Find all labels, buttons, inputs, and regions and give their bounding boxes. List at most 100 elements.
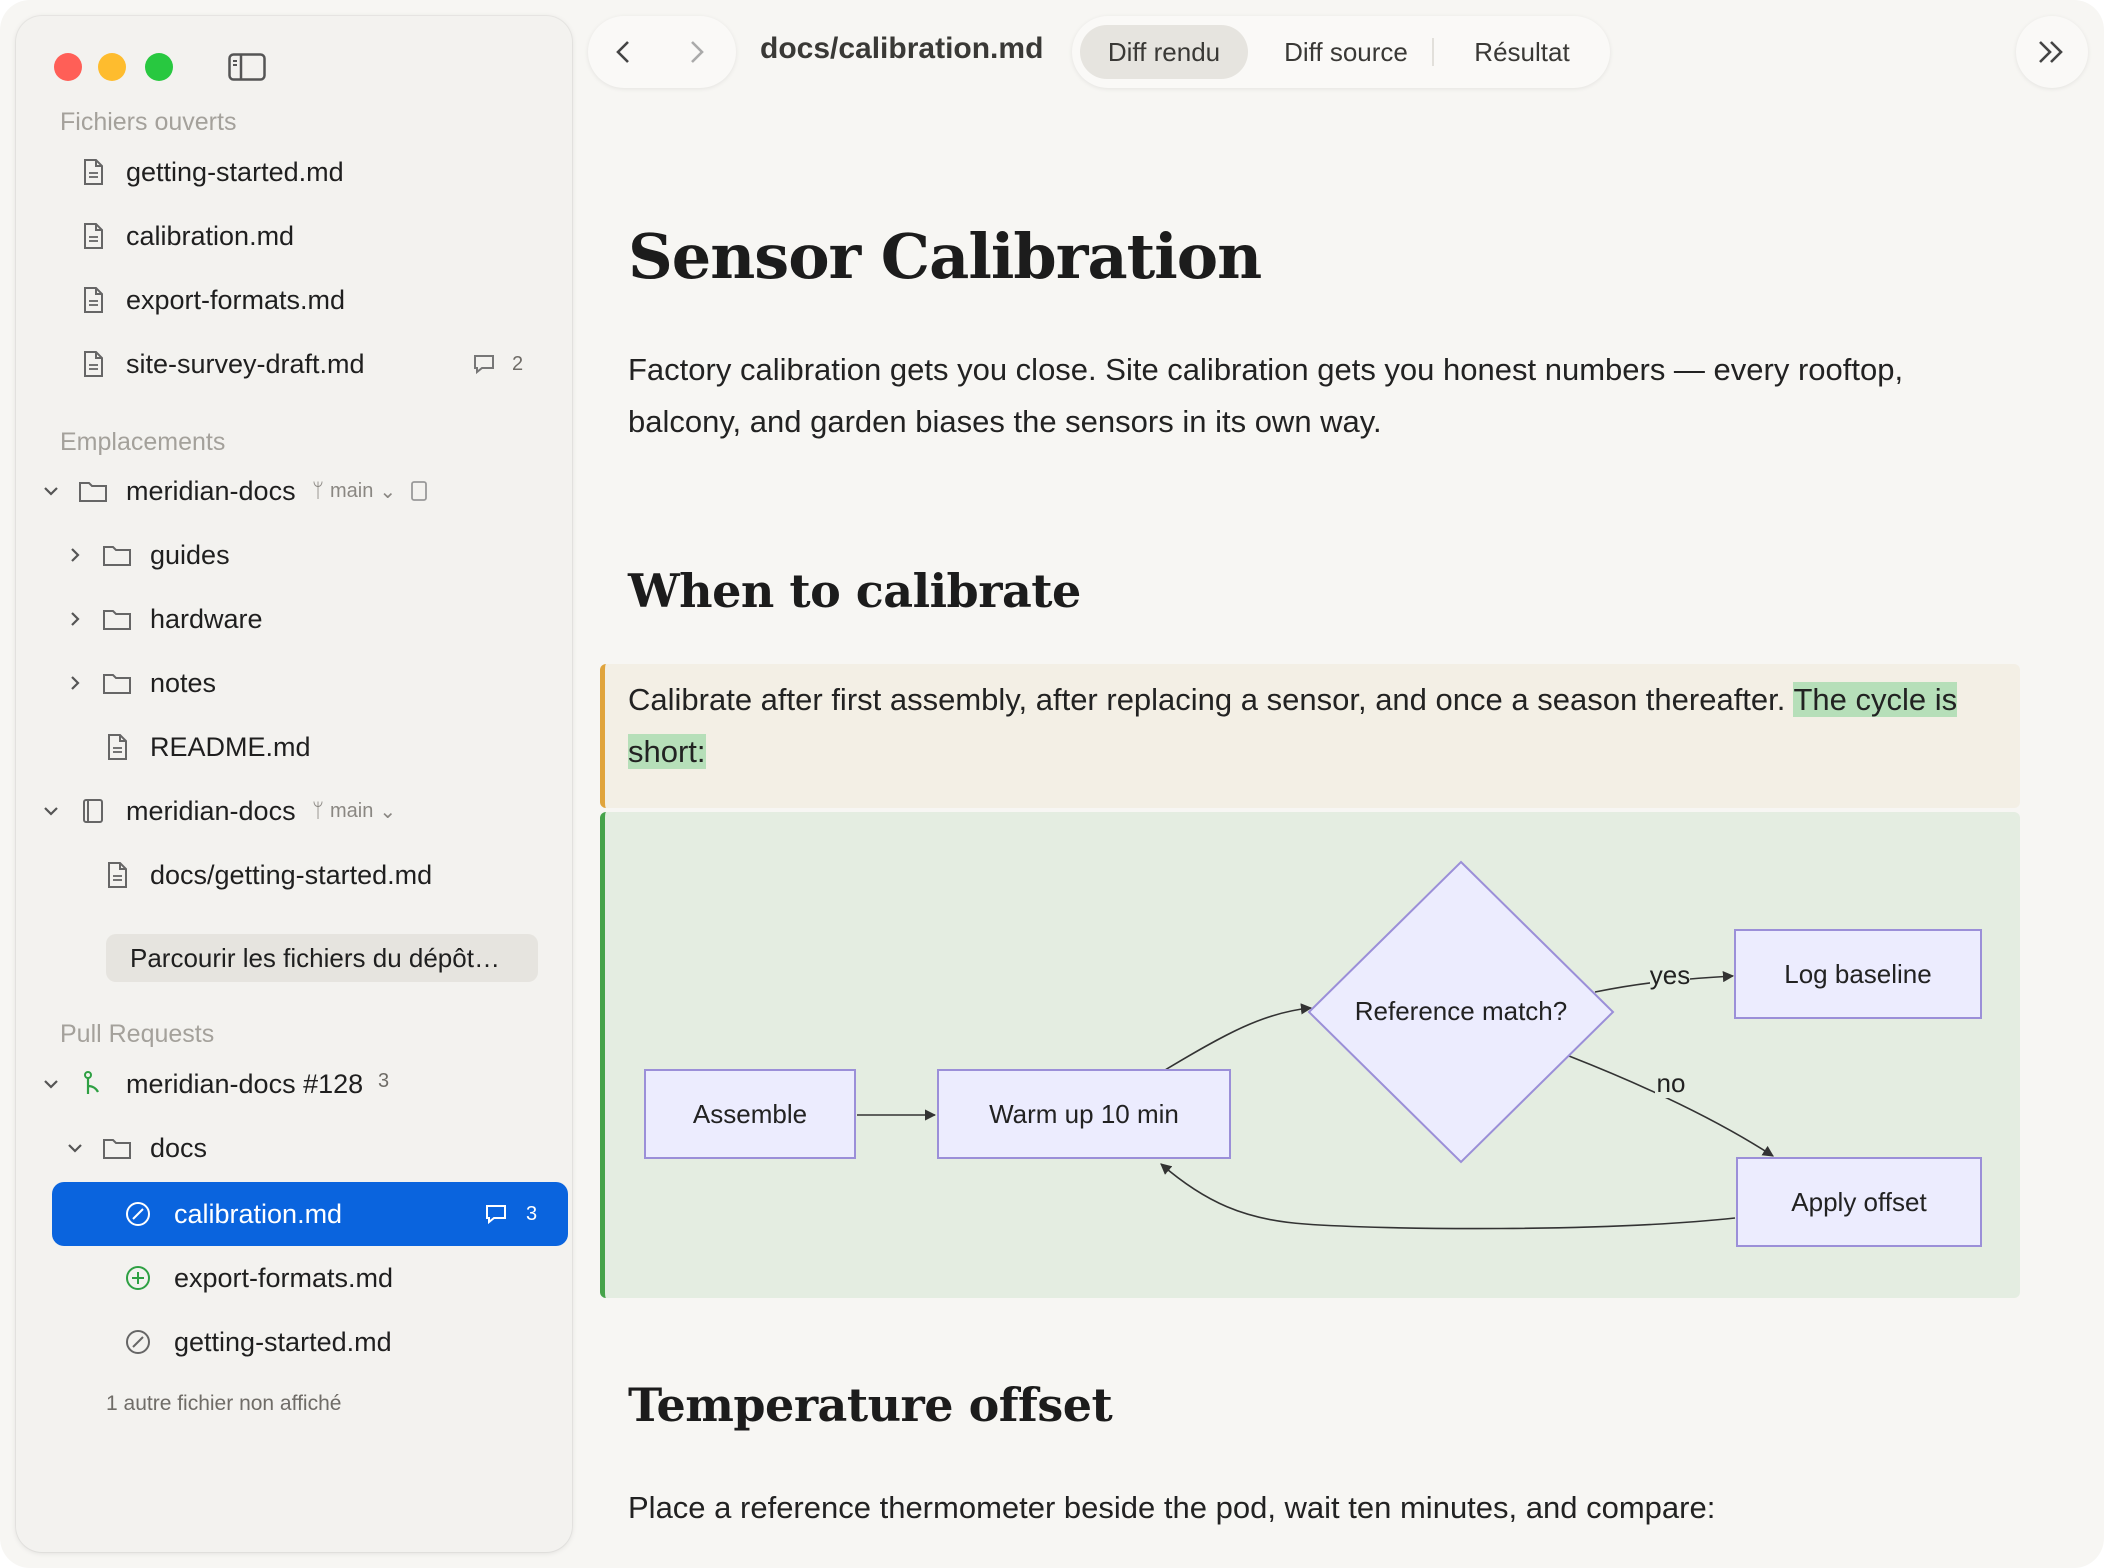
pr-file-item[interactable]: getting-started.md [16, 1314, 572, 1370]
chevron-down-icon[interactable] [42, 482, 60, 500]
file-item[interactable]: docs/getting-started.md [16, 847, 572, 903]
double-chevron-right-icon [2039, 41, 2063, 63]
repo-name: meridian-docs [126, 475, 296, 506]
folder-label: docs [150, 1132, 208, 1163]
edge-label-yes: yes [1650, 960, 1690, 990]
comment-count: 2 [512, 352, 524, 375]
sidebar: Fichiers ouverts getting-started.md cali… [16, 16, 572, 1552]
book-icon [83, 799, 103, 823]
pr-file-item[interactable]: calibration.md 3 [16, 1186, 572, 1242]
file-label: docs/getting-started.md [150, 859, 433, 890]
heading-temperature-offset: Temperature offset [628, 1378, 1113, 1432]
open-file-item[interactable]: calibration.md [16, 208, 572, 264]
chevron-right-icon[interactable] [66, 674, 84, 692]
open-file-label: calibration.md [126, 220, 295, 251]
pr-file-label: calibration.md [174, 1198, 343, 1229]
browse-repo-files-button[interactable]: Parcourir les fichiers du dépôt… [106, 934, 538, 982]
tab-diff-rendu[interactable]: Diff rendu [1080, 25, 1248, 79]
chevron-down-icon[interactable] [66, 1139, 84, 1157]
branch-icon: ᛘ [312, 799, 324, 822]
open-file-item[interactable]: site-survey-draft.md 2 [16, 336, 572, 392]
edge-warmup-decision [1164, 1003, 1313, 1071]
edge-apply-warmup [1160, 1163, 1736, 1230]
back-icon[interactable] [610, 38, 638, 66]
added-diagram-block: yes no Assemble Warm up 10 min Reference… [600, 812, 2020, 1298]
view-mode-segmented-control: Diff rendu Diff source Résultat [1072, 16, 1610, 88]
chevron-down-icon[interactable] [42, 802, 60, 820]
when-text: Calibrate after first assembly, after re… [628, 682, 1786, 717]
folder-icon [103, 674, 131, 694]
when-paragraph: Calibrate after first assembly, after re… [628, 674, 2008, 778]
folder-icon [103, 610, 131, 630]
folder-icon [103, 546, 131, 566]
repo-item[interactable]: meridian-docs ᛘ main ⌄ [16, 783, 572, 839]
node-warmup-label: Warm up 10 min [989, 1099, 1179, 1129]
tab-diff-source[interactable]: Diff source [1256, 25, 1436, 79]
branch-selector[interactable]: ᛘ main ⌄ [312, 479, 396, 504]
folder-item[interactable]: docs [16, 1120, 572, 1176]
close-window-button[interactable] [54, 53, 82, 81]
node-decision-label: Reference match? [1355, 996, 1567, 1026]
folder-label: guides [150, 539, 230, 570]
node-apply-offset-label: Apply offset [1791, 1187, 1927, 1217]
folder-label: notes [150, 667, 217, 698]
comment-count: 3 [526, 1202, 538, 1225]
page-title: Sensor Calibration [628, 220, 1262, 293]
node-assemble-label: Assemble [693, 1099, 807, 1129]
hidden-files-note: 1 autre fichier non affiché [106, 1392, 342, 1415]
document-icon [84, 223, 103, 249]
pull-request-name: meridian-docs #128 [126, 1068, 364, 1099]
repo-item[interactable]: meridian-docs ᛘ main ⌄ [16, 463, 572, 519]
comment-icon [474, 355, 494, 375]
file-item[interactable]: README.md [16, 719, 572, 775]
file-path: docs/calibration.md [760, 32, 1044, 65]
document-icon [84, 159, 103, 185]
folder-item[interactable]: guides [16, 527, 572, 583]
minimize-window-button[interactable] [98, 53, 126, 81]
document-icon [108, 862, 127, 888]
pull-request-item[interactable]: meridian-docs #128 3 [16, 1056, 572, 1112]
branch-icon: ᛘ [312, 479, 324, 502]
pull-request-count: 3 [378, 1070, 390, 1092]
chevron-down-icon[interactable] [42, 1075, 60, 1093]
chevron-right-icon[interactable] [66, 610, 84, 628]
chevron-down-icon: ⌄ [379, 800, 397, 823]
folder-icon [79, 482, 107, 502]
branch-selector[interactable]: ᛘ main ⌄ [312, 799, 396, 824]
file-label: README.md [150, 731, 311, 762]
navigation-group [588, 16, 736, 88]
modified-icon [126, 1202, 150, 1226]
branch-name: main [330, 799, 374, 822]
open-files-heading: Fichiers ouverts [60, 108, 237, 136]
heading-when-to-calibrate: When to calibrate [628, 564, 1081, 618]
forward-icon[interactable] [682, 38, 710, 66]
folder-item[interactable]: hardware [16, 591, 572, 647]
zoom-window-button[interactable] [145, 53, 173, 81]
node-log-baseline-label: Log baseline [1784, 959, 1931, 989]
tab-resultat[interactable]: Résultat [1442, 25, 1602, 79]
sidebar-toggle-icon[interactable] [228, 53, 266, 81]
open-file-item[interactable]: export-formats.md [16, 272, 572, 328]
folder-item[interactable]: notes [16, 655, 572, 711]
flowchart-diagram: yes no Assemble Warm up 10 min Reference… [644, 860, 1982, 1247]
pr-file-label: getting-started.md [174, 1326, 392, 1357]
open-file-item[interactable]: getting-started.md [16, 144, 572, 200]
chevron-right-icon[interactable] [66, 546, 84, 564]
document-icon [84, 287, 103, 313]
modified-icon [126, 1330, 150, 1354]
collapse-panel-button[interactable] [2016, 16, 2088, 88]
open-file-label: site-survey-draft.md [126, 348, 365, 379]
pull-requests-heading: Pull Requests [60, 1020, 215, 1048]
locations-heading: Emplacements [60, 428, 226, 456]
pr-file-item[interactable]: export-formats.md [16, 1250, 572, 1306]
pull-request-icon [84, 1071, 99, 1094]
folder-icon [103, 1139, 131, 1159]
open-file-label: getting-started.md [126, 156, 344, 187]
edge-label-no: no [1657, 1068, 1686, 1098]
folder-label: hardware [150, 603, 263, 634]
changed-paragraph-block: Calibrate after first assembly, after re… [600, 664, 2020, 808]
open-file-label: export-formats.md [126, 284, 346, 315]
document-icon [108, 734, 127, 760]
chevron-down-icon: ⌄ [379, 480, 397, 503]
segment-divider [1432, 38, 1434, 66]
